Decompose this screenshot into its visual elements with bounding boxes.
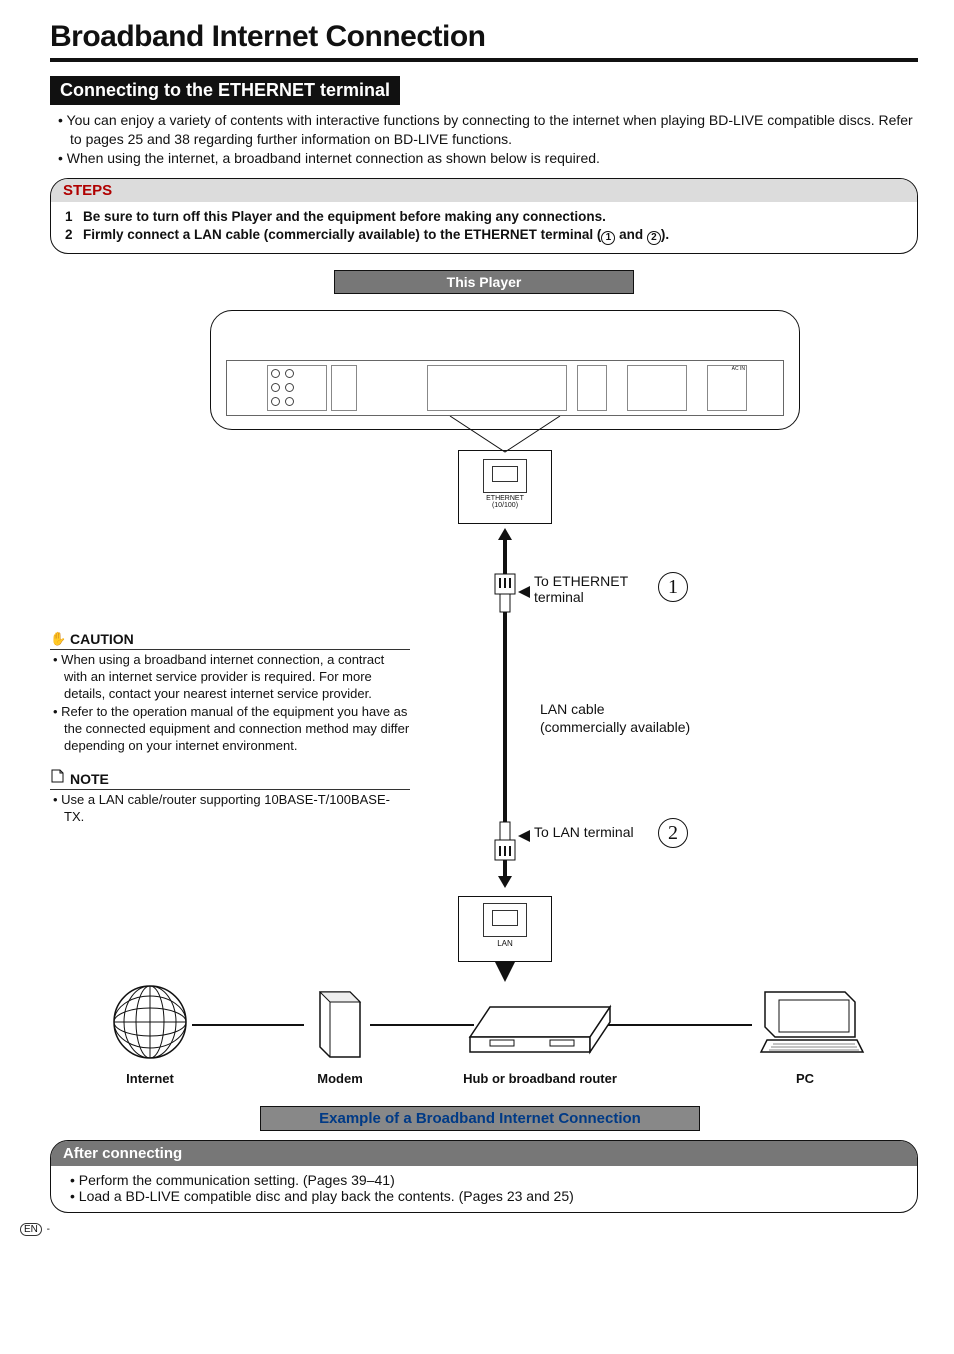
after-bullet: Perform the communication setting. (Page… [67,1172,901,1188]
section-title: Connecting to the ETHERNET terminal [50,76,400,105]
device-label: PC [730,1071,880,1086]
step-text-a: Firmly connect a LAN cable (commercially… [83,227,601,242]
page-title: Broadband Internet Connection [50,20,918,62]
caution-heading: ✋ CAUTION [50,630,410,650]
note-heading-text: NOTE [70,770,109,788]
step-reference-circle-2: 2 [658,818,688,848]
footer-dash: - [44,1224,50,1235]
step-row: 2 Firmly connect a LAN cable (commercial… [65,226,903,245]
example-label-bar: Example of a Broadband Internet Connecti… [260,1106,700,1131]
footer-lang: EN - [20,1224,50,1235]
caution-bullet: When using a broadband internet connecti… [50,652,410,703]
lan-cable-text: LAN cable (commercially available) [540,700,690,736]
lan-plug-icon [490,820,520,864]
eth-callout-bottom: (10/100) [492,502,518,509]
lan-pointer-icon [495,962,515,982]
hand-icon: ✋ [50,631,68,648]
lan-plug-icon [490,572,520,616]
router-icon [460,982,620,1062]
lan-cable-text-1: LAN cable [540,701,605,717]
lan-port-icon [483,903,527,937]
step-circle-2: 2 [647,231,661,245]
step-number: 2 [65,226,83,245]
step-row: 1 Be sure to turn off this Player and th… [65,208,903,226]
ethernet-port-icon [483,459,527,493]
to-lan-label: To LAN terminal [534,824,634,840]
device-row: Internet Modem Hub or broadban [50,982,920,1082]
ethernet-callout: ETHERNET (10/100) [458,450,552,524]
after-bullet: Load a BD-LIVE compatible disc and play … [67,1188,901,1204]
note-list: Use a LAN cable/router supporting 10BASE… [50,792,410,826]
after-connecting-box: After connecting Perform the communicati… [50,1140,918,1213]
ethernet-callout-label: ETHERNET (10/100) [459,495,551,509]
step-text: Be sure to turn off this Player and the … [83,208,606,226]
caution-bullet: Refer to the operation manual of the equ… [50,704,410,755]
step-text-b: ). [661,227,669,242]
note-bullet: Use a LAN cable/router supporting 10BASE… [50,792,410,826]
caution-heading-text: CAUTION [70,630,134,648]
step-circle-1: 1 [601,231,615,245]
lan-box-label: LAN [459,939,551,948]
after-connecting-list: Perform the communication setting. (Page… [67,1172,901,1204]
device-internet: Internet [90,982,210,1086]
device-label: Hub or broadband router [450,1071,630,1086]
intro-bullet: When using the internet, a broadband int… [52,149,918,168]
intro-list: You can enjoy a variety of contents with… [50,111,918,168]
diagram-player-label: This Player [334,270,634,294]
modem-icon [305,982,375,1062]
device-router: Hub or broadband router [450,982,630,1086]
step-text: Firmly connect a LAN cable (commercially… [83,226,669,245]
steps-box: STEPS 1 Be sure to turn off this Player … [50,178,918,254]
after-connecting-heading: After connecting [51,1141,917,1166]
device-pc: PC [730,982,880,1086]
acin-label: AC IN [708,366,746,372]
note-heading: NOTE [50,769,410,790]
lan-cable-text-2: (commercially available) [540,719,690,735]
device-modem: Modem [280,982,400,1086]
eth-callout-top: ETHERNET [486,495,524,502]
device-label: Modem [280,1071,400,1086]
globe-icon [110,982,190,1062]
step-text-mid: and [615,227,647,242]
arrow-down-icon [498,876,512,888]
footer-lang-code: EN [20,1223,42,1236]
player-rear-panel: AC IN [226,360,784,416]
step-reference-circle-1: 1 [658,572,688,602]
device-label: Internet [90,1071,210,1086]
lan-callout-box: LAN [458,896,552,962]
note-icon [50,769,68,788]
caution-list: When using a broadband internet connecti… [50,652,410,754]
pc-icon [745,982,865,1062]
diagram-area: AC IN ETHERNET (10/100) To ETHERNET term… [50,300,918,1110]
intro-bullet: You can enjoy a variety of contents with… [52,111,918,149]
steps-heading: STEPS [51,179,917,202]
step-number: 1 [65,208,83,226]
to-ethernet-label: To ETHERNET terminal [534,573,654,605]
